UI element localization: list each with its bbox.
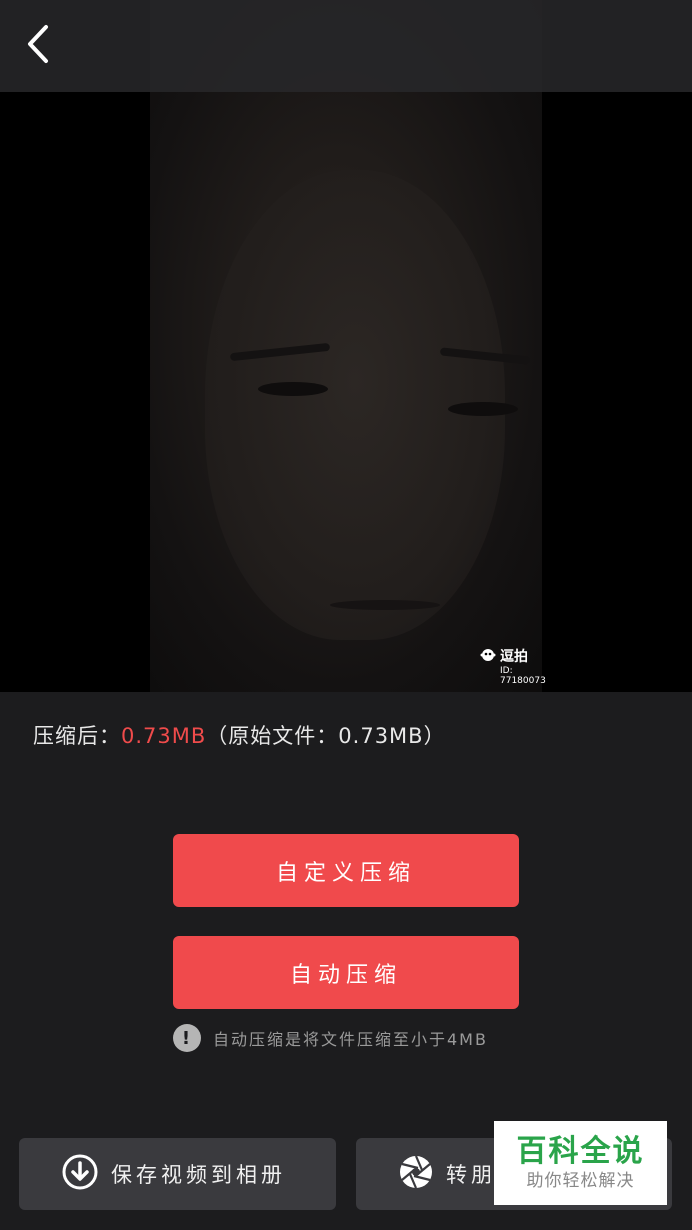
watermark-id: 77180073 (500, 676, 546, 686)
video-detail (258, 382, 328, 396)
watermark-id-label: ID: (500, 666, 513, 676)
size-label: 压缩后： (33, 724, 121, 748)
aperture-icon (398, 1154, 434, 1195)
compress-page: 逗拍 ID: 77180073 压缩后：0.73MB（原始文件：0.73MB） … (0, 0, 692, 1230)
watermark-logo-icon (480, 648, 496, 666)
compressed-size: 0.73MB (121, 724, 207, 748)
auto-compress-hint: ! 自动压缩是将文件压缩至小于4MB (173, 1024, 488, 1052)
share-label: 转朋 (446, 1163, 496, 1187)
watermark-title: 逗拍 (500, 649, 528, 665)
exclamation-icon: ! (173, 1024, 201, 1052)
download-icon (61, 1153, 99, 1196)
brand-subtitle: 助你轻松解决 (526, 1171, 635, 1191)
save-label: 保存视频到相册 (111, 1163, 286, 1187)
save-to-album-button[interactable]: 保存视频到相册 (19, 1138, 336, 1210)
back-button[interactable] (14, 20, 64, 72)
top-bar (0, 0, 692, 92)
compression-size-info: 压缩后：0.73MB（原始文件：0.73MB） (33, 720, 446, 750)
chevron-left-icon (24, 23, 54, 69)
auto-compress-button[interactable]: 自动压缩 (173, 936, 519, 1009)
original-size: （原始文件：0.73MB） (206, 724, 446, 748)
brand-title: 百科全说 (516, 1134, 645, 1169)
video-preview[interactable]: 逗拍 ID: 77180073 (0, 0, 692, 692)
custom-compress-button[interactable]: 自定义压缩 (173, 834, 519, 907)
video-detail (448, 402, 518, 416)
video-watermark: 逗拍 ID: 77180073 (480, 648, 546, 692)
video-detail (330, 600, 440, 610)
hint-text: 自动压缩是将文件压缩至小于4MB (213, 1030, 488, 1049)
brand-watermark: 百科全说 助你轻松解决 (494, 1121, 667, 1205)
